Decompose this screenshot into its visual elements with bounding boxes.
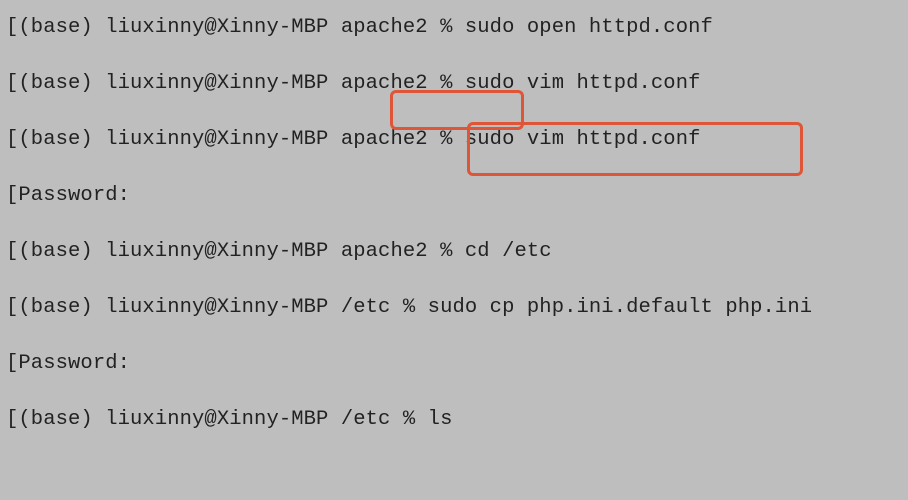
terminal-line: [(base) liuxinny@Xinny-MBP /etc % ls <box>6 406 902 434</box>
password-prompt[interactable]: [Password: <box>6 182 902 210</box>
terminal-line: [(base) liuxinny@Xinny-MBP apache2 % sud… <box>6 126 902 154</box>
terminal-line: [(base) liuxinny@Xinny-MBP /etc % sudo c… <box>6 294 902 322</box>
ls-column-1: afpovertcp.cfg aliases aliases.db apache… <box>6 462 464 500</box>
terminal-line: [(base) liuxinny@Xinny-MBP apache2 % sud… <box>6 70 902 98</box>
password-prompt[interactable]: [Password: <box>6 350 902 378</box>
terminal-line: [(base) liuxinny@Xinny-MBP apache2 % sud… <box>6 14 902 42</box>
ls-output: afpovertcp.cfg aliases aliases.db apache… <box>6 462 902 500</box>
terminal-output: [(base) liuxinny@Xinny-MBP apache2 % sud… <box>0 0 908 500</box>
ls-column-2: pam.d passwd paths paths.d periodic pf.a… <box>464 462 902 500</box>
terminal-line: [(base) liuxinny@Xinny-MBP apache2 % cd … <box>6 238 902 266</box>
